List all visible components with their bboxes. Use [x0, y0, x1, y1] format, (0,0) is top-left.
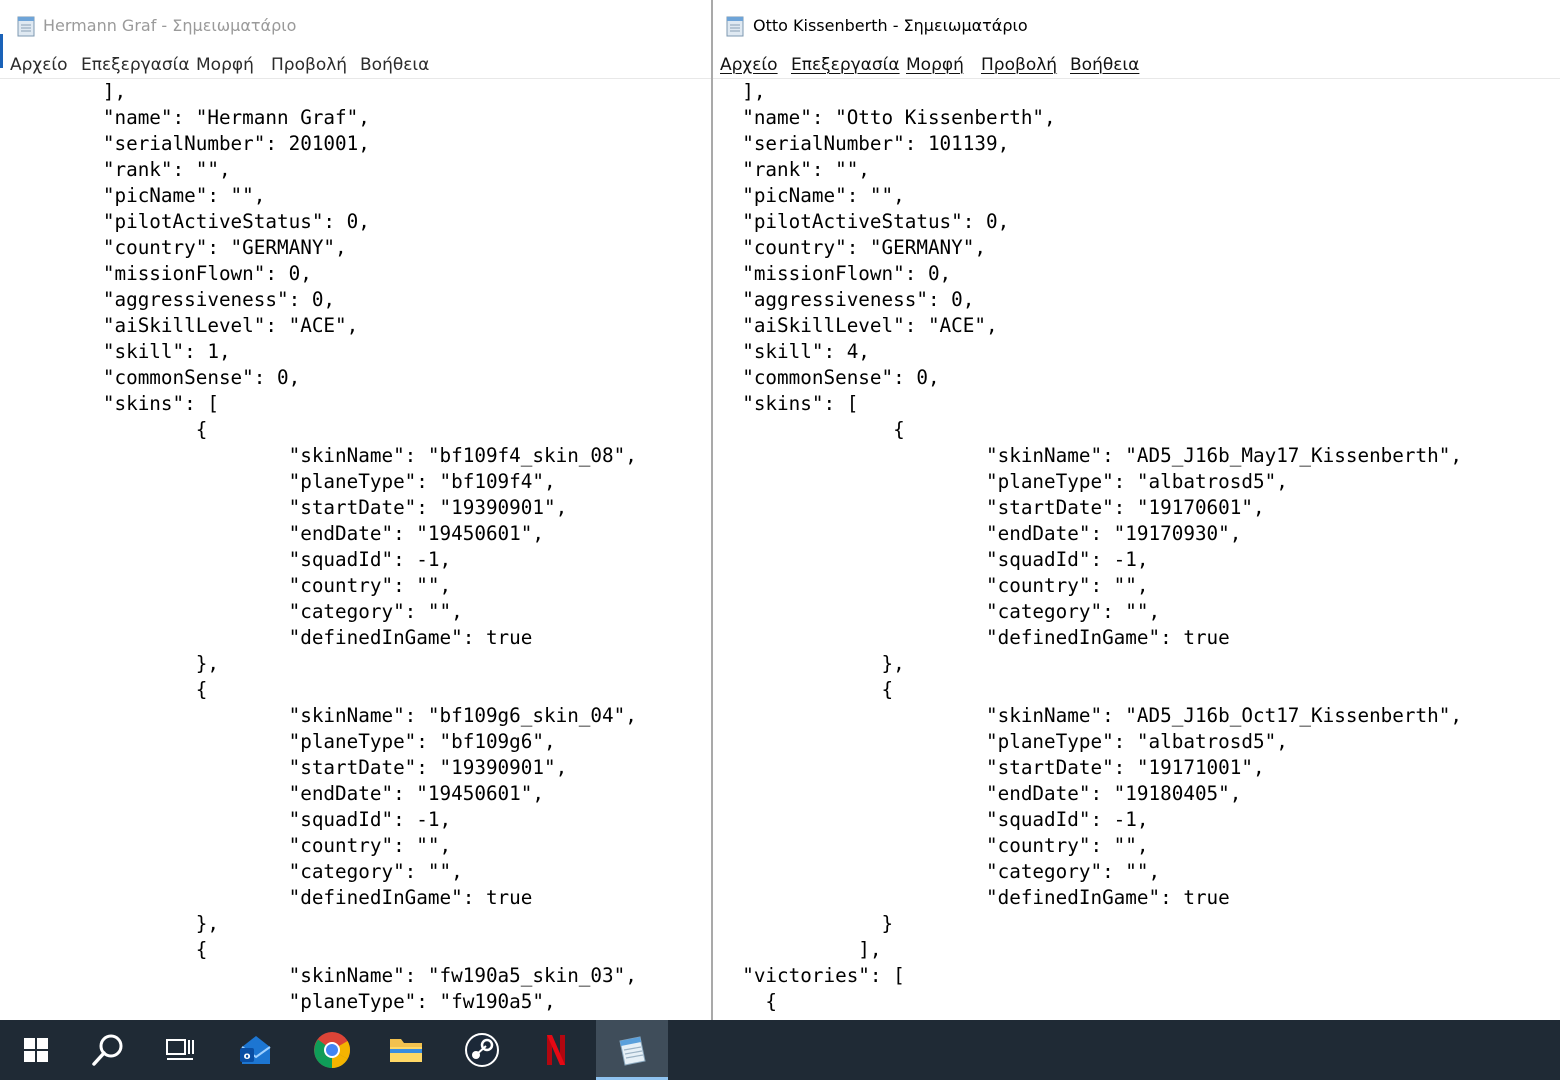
chrome-icon — [314, 1032, 351, 1068]
mail-app-button[interactable]: o — [220, 1020, 292, 1080]
text-editor[interactable]: ], "name": "Otto Kissenberth", "serialNu… — [713, 79, 1560, 1020]
title-bar[interactable]: Hermann Graf - Σημειωματάριο — [0, 0, 712, 54]
windows-start-icon — [24, 1038, 48, 1062]
chrome-button[interactable] — [296, 1020, 368, 1080]
editor-text[interactable]: ], "name": "Hermann Graf", "serialNumber… — [10, 79, 637, 1015]
menu-file[interactable]: Αρχείο — [720, 54, 778, 76]
mail-app-icon: o — [240, 1036, 271, 1064]
window-title: Hermann Graf - Σημειωματάριο — [43, 16, 297, 35]
menu-view[interactable]: Προβολή — [271, 54, 347, 76]
menu-edit[interactable]: Επεξεργασία — [791, 54, 900, 76]
search-icon — [92, 1034, 123, 1066]
menu-file[interactable]: Αρχείο — [10, 54, 68, 76]
menu-help[interactable]: Βοήθεια — [360, 54, 429, 76]
taskbar: o — [0, 1020, 1560, 1080]
window-title: Otto Kissenberth - Σημειωματάριο — [753, 16, 1028, 35]
text-editor[interactable]: ], "name": "Hermann Graf", "serialNumber… — [0, 79, 712, 1020]
netflix-button[interactable] — [520, 1020, 592, 1080]
svg-text:o: o — [244, 1051, 251, 1062]
steam-icon — [465, 1033, 499, 1067]
notepad-icon — [619, 1036, 646, 1066]
task-view-icon — [166, 1039, 194, 1060]
title-bar[interactable]: Otto Kissenberth - Σημειωματάριο — [713, 0, 1560, 54]
notepad-taskbar-button[interactable] — [596, 1020, 668, 1080]
task-view-button[interactable] — [144, 1020, 216, 1080]
file-explorer-button[interactable] — [370, 1020, 442, 1080]
notepad-app-icon — [17, 16, 35, 37]
menu-format[interactable]: Μορφή — [906, 54, 964, 76]
file-explorer-icon — [390, 1039, 422, 1062]
editor-text[interactable]: ], "name": "Otto Kissenberth", "serialNu… — [719, 79, 1462, 1015]
menu-bar: Αρχείο Επεξεργασία Μορφή Προβολή Βοήθεια — [713, 54, 1560, 79]
menu-bar: Αρχείο Επεξεργασία Μορφή Προβολή Βοήθεια — [0, 54, 712, 79]
search-button[interactable] — [72, 1020, 144, 1080]
notepad-app-icon — [726, 16, 744, 37]
notepad-window-right[interactable]: Otto Kissenberth - Σημειωματάριο Αρχείο … — [713, 0, 1560, 1020]
menu-format[interactable]: Μορφή — [196, 54, 254, 76]
steam-button[interactable] — [446, 1020, 518, 1080]
start-button[interactable] — [0, 1020, 72, 1080]
menu-view[interactable]: Προβολή — [981, 54, 1057, 76]
menu-edit[interactable]: Επεξεργασία — [81, 54, 190, 76]
notepad-window-left[interactable]: Hermann Graf - Σημειωματάριο Αρχείο Επεξ… — [0, 0, 712, 1020]
window-edge-accent — [0, 34, 3, 68]
netflix-icon — [547, 1035, 565, 1065]
menu-help[interactable]: Βοήθεια — [1070, 54, 1139, 76]
